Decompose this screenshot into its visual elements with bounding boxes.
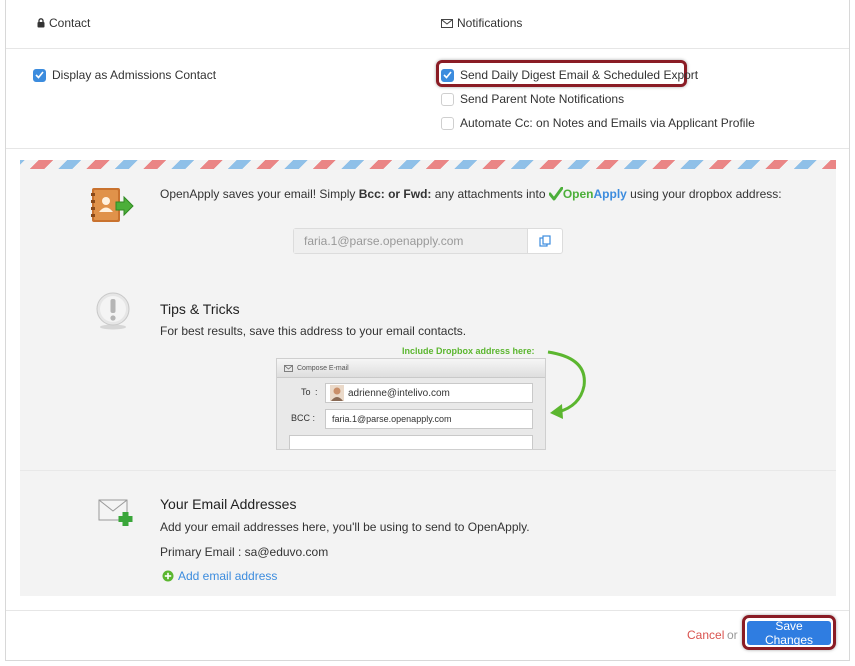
tips-title: Tips & Tricks xyxy=(160,301,240,317)
panel-divider xyxy=(20,470,836,471)
compose-titlebar: Compose E-mail xyxy=(277,359,545,378)
or-text: or xyxy=(727,628,738,642)
display-admissions-checkbox[interactable] xyxy=(33,68,46,82)
copy-button[interactable] xyxy=(528,229,562,253)
automate-cc-label: Automate Cc: on Notes and Emails via App… xyxy=(460,116,755,130)
add-email-label: Add email address xyxy=(178,569,278,583)
contact-header: Contact xyxy=(37,16,90,30)
compose-email-illustration: Compose E-mail To : adrienne@intelivo.co… xyxy=(276,358,546,450)
to-colon: : xyxy=(315,387,318,397)
email-addresses-title: Your Email Addresses xyxy=(160,496,297,512)
daily-digest-checkbox[interactable] xyxy=(441,68,454,82)
parent-note-checkbox[interactable] xyxy=(441,92,454,106)
openapply-check-icon xyxy=(548,186,564,201)
dropbox-intro-mid: any attachments into xyxy=(431,187,549,201)
dropbox-intro-prefix: OpenApply saves your email! Simply xyxy=(160,187,359,201)
brand-apply: Apply xyxy=(593,187,627,201)
address-book-icon xyxy=(91,188,134,222)
footer-divider xyxy=(6,610,849,611)
add-email-envelope-icon xyxy=(98,499,133,526)
lock-icon xyxy=(37,18,45,28)
automate-cc-option[interactable]: Automate Cc: on Notes and Emails via App… xyxy=(441,116,755,130)
parent-note-option[interactable]: Send Parent Note Notifications xyxy=(441,92,624,106)
envelope-icon xyxy=(284,364,293,372)
email-addresses-text: Add your email addresses here, you'll be… xyxy=(160,520,530,534)
envelope-icon xyxy=(441,18,453,28)
bcc-field: faria.1@parse.openapply.com xyxy=(325,409,533,429)
info-exclamation-icon xyxy=(96,292,130,330)
save-changes-button[interactable]: Save Changes xyxy=(747,619,831,647)
daily-digest-option[interactable]: Send Daily Digest Email & Scheduled Expo… xyxy=(441,68,698,82)
settings-frame: Contact Notifications Display as Admissi… xyxy=(5,0,850,661)
checkmark-icon xyxy=(443,71,452,79)
copy-icon xyxy=(539,235,551,247)
dropbox-address-field: faria.1@parse.openapply.com xyxy=(293,228,563,254)
airmail-border xyxy=(20,160,836,169)
to-value: adrienne@intelivo.com xyxy=(348,387,450,399)
divider xyxy=(6,148,849,149)
plus-circle-icon xyxy=(162,570,174,582)
contact-header-label: Contact xyxy=(49,16,91,30)
section-header: Contact Notifications xyxy=(6,0,849,49)
checkmark-icon xyxy=(35,71,44,79)
bcc-value: faria.1@parse.openapply.com xyxy=(332,414,452,424)
curved-arrow-icon xyxy=(547,350,586,419)
parent-note-label: Send Parent Note Notifications xyxy=(460,92,625,106)
dropbox-note: Include Dropbox address here: xyxy=(402,346,535,356)
dropbox-intro-bold: Bcc: or Fwd: xyxy=(358,187,432,201)
dropbox-address-value[interactable]: faria.1@parse.openapply.com xyxy=(294,229,528,253)
to-field: adrienne@intelivo.com xyxy=(325,383,533,403)
dropbox-panel: OpenApply saves your email! Simply Bcc: … xyxy=(20,160,836,596)
display-admissions-option[interactable]: Display as Admissions Contact xyxy=(33,68,216,82)
automate-cc-checkbox[interactable] xyxy=(441,116,454,130)
compose-title: Compose E-mail xyxy=(297,364,349,372)
notifications-header-label: Notifications xyxy=(457,16,523,30)
cancel-link[interactable]: Cancel xyxy=(687,628,724,642)
bcc-label: BCC : xyxy=(291,413,316,423)
notifications-header: Notifications xyxy=(441,16,522,30)
tips-text: For best results, save this address to y… xyxy=(160,324,467,338)
avatar xyxy=(330,385,344,401)
to-label: To xyxy=(301,387,311,397)
brand-open: Open xyxy=(562,187,594,201)
dropbox-intro-suffix: using your dropbox address: xyxy=(626,187,782,201)
display-admissions-label: Display as Admissions Contact xyxy=(52,68,217,82)
primary-email: Primary Email : sa@eduvo.com xyxy=(160,545,329,559)
add-email-link[interactable]: Add email address xyxy=(162,569,277,583)
dropbox-intro: OpenApply saves your email! Simply Bcc: … xyxy=(160,186,782,201)
daily-digest-label: Send Daily Digest Email & Scheduled Expo… xyxy=(460,68,699,82)
body-field xyxy=(289,435,533,449)
